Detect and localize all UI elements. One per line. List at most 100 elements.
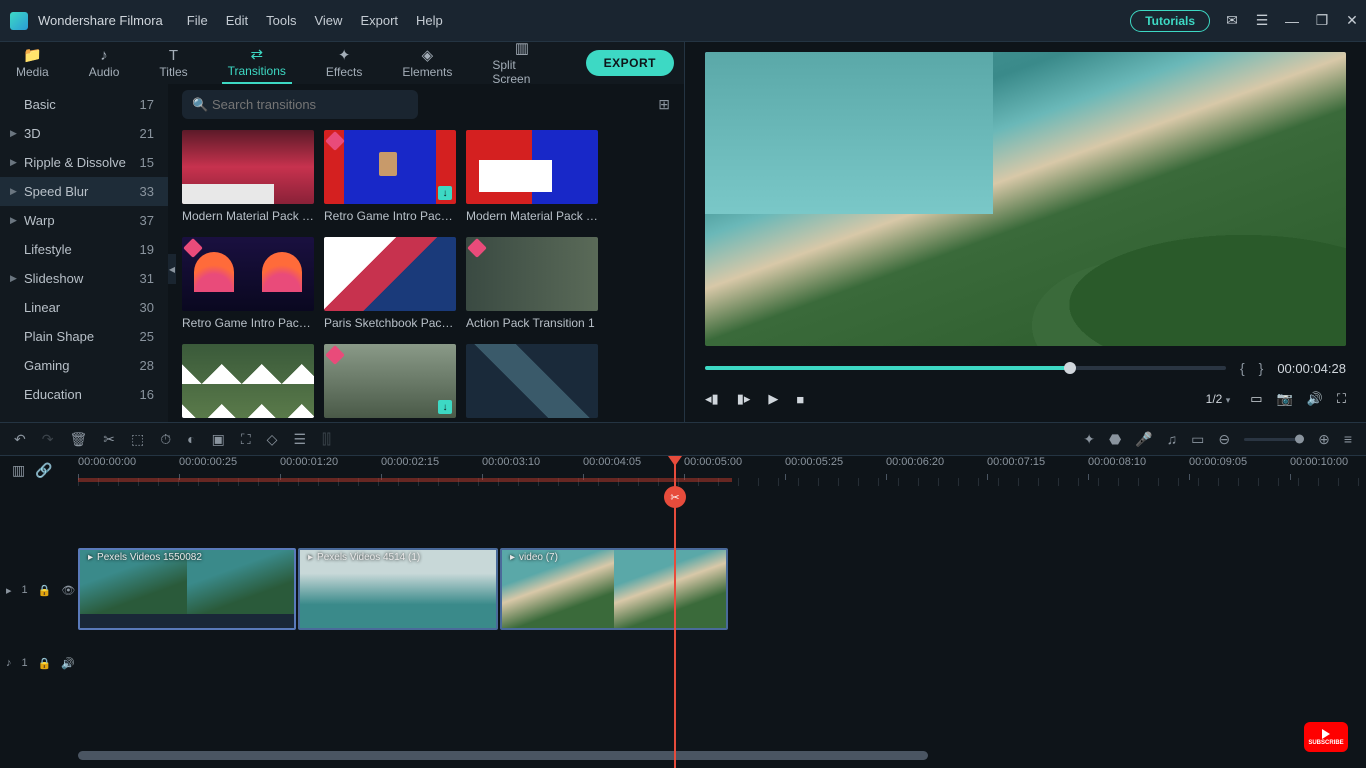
tab-audio[interactable]: ♪Audio xyxy=(83,44,126,83)
play-button[interactable]: ▶ xyxy=(768,391,778,407)
tab-effects[interactable]: ✦Effects xyxy=(320,44,368,83)
close-icon[interactable]: ✕ xyxy=(1344,13,1360,29)
menu-tools[interactable]: Tools xyxy=(266,13,296,28)
zoom-in-button[interactable]: ⊕ xyxy=(1318,431,1330,448)
link-icon[interactable]: 🔗 xyxy=(35,462,52,479)
playhead[interactable]: ✂ xyxy=(674,456,676,768)
lock-icon[interactable]: 🔒 xyxy=(38,584,52,597)
tab-media[interactable]: 📁Media xyxy=(10,44,55,83)
tab-split-screen[interactable]: ▥Split Screen xyxy=(486,37,557,90)
transition-thumb[interactable]: Action Pack Transition 1 xyxy=(466,237,598,330)
redo-button[interactable]: ↷ xyxy=(42,431,54,448)
menu-view[interactable]: View xyxy=(314,13,342,28)
category-basic[interactable]: Basic17 xyxy=(0,90,168,119)
download-icon[interactable]: ↓ xyxy=(438,186,452,200)
step-back-button[interactable]: ▮▸ xyxy=(737,391,751,407)
mute-icon[interactable]: 🔊 xyxy=(61,657,75,670)
keyframe-button[interactable]: ◇ xyxy=(267,431,278,448)
lock-icon[interactable]: 🔒 xyxy=(38,657,52,670)
zoom-slider[interactable] xyxy=(1244,438,1304,441)
sidebar-collapse-handle[interactable]: ◀ xyxy=(168,254,176,284)
preview-viewport[interactable] xyxy=(705,52,1346,346)
category-ripple-dissolve[interactable]: ▶Ripple & Dissolve15 xyxy=(0,148,168,177)
category-linear[interactable]: Linear30 xyxy=(0,293,168,322)
menu-edit[interactable]: Edit xyxy=(226,13,248,28)
video-clip[interactable]: ▸Pexels Videos 1550082 xyxy=(78,548,296,630)
category-3d[interactable]: ▶3D21 xyxy=(0,119,168,148)
fullscreen-icon[interactable]: ⛶ xyxy=(1337,391,1346,407)
category-speed-blur[interactable]: ▶Speed Blur33 xyxy=(0,177,168,206)
menu-help[interactable]: Help xyxy=(416,13,443,28)
zoom-fit-button[interactable]: ≡ xyxy=(1344,431,1352,447)
category-plain-shape[interactable]: Plain Shape25 xyxy=(0,322,168,351)
menu-icon[interactable]: ☰ xyxy=(1254,13,1270,29)
render-button[interactable]: ✦ xyxy=(1083,431,1095,448)
audio-tool-button[interactable]: ⫿⫿ xyxy=(322,431,331,448)
track-index: 1 xyxy=(22,584,28,596)
transition-thumb[interactable] xyxy=(182,344,314,422)
display-icon[interactable]: ▭ xyxy=(1250,391,1262,407)
subscribe-overlay[interactable]: SUBSCRIBE xyxy=(1304,722,1348,752)
transition-thumb[interactable]: Retro Game Intro Pack T… xyxy=(182,237,314,330)
green-screen-button[interactable]: ▣ xyxy=(212,431,225,448)
marker-button[interactable]: ⬣ xyxy=(1109,431,1121,448)
volume-icon[interactable]: 🔊 xyxy=(1307,391,1323,407)
timeline-settings-icon[interactable]: ▥ xyxy=(12,462,25,479)
snapshot-icon[interactable]: 📷 xyxy=(1277,391,1293,407)
seekbar-thumb[interactable] xyxy=(1064,362,1076,374)
search-input[interactable] xyxy=(182,90,418,119)
record-voice-button[interactable]: 🎤 xyxy=(1135,431,1152,448)
transition-thumb[interactable]: ↓ xyxy=(324,344,456,422)
adjust-button[interactable]: ☰ xyxy=(293,431,306,448)
export-button[interactable]: EXPORT xyxy=(586,50,674,76)
preview-seekbar[interactable] xyxy=(705,366,1226,370)
video-clip[interactable]: ▸video (7) xyxy=(500,548,728,630)
undo-button[interactable]: ↶ xyxy=(14,431,26,448)
mail-icon[interactable]: ✉ xyxy=(1224,13,1240,29)
download-icon[interactable]: ↓ xyxy=(438,400,452,414)
transition-thumb[interactable]: Modern Material Pack Tr… xyxy=(466,130,598,223)
zoom-out-button[interactable]: ⊖ xyxy=(1218,431,1230,448)
video-clip[interactable]: ▸Pexels Videos 4514 (1) xyxy=(298,548,498,630)
minimize-icon[interactable]: — xyxy=(1284,13,1300,29)
tutorials-button[interactable]: Tutorials xyxy=(1130,10,1210,32)
tab-elements[interactable]: ◈Elements xyxy=(396,44,458,83)
stop-button[interactable]: ■ xyxy=(796,392,804,407)
grid-view-icon[interactable]: ⊞ xyxy=(658,96,670,113)
mark-out-icon[interactable]: } xyxy=(1259,360,1264,376)
visibility-icon[interactable]: 👁 xyxy=(61,584,75,597)
category-sidebar[interactable]: Basic17 ▶3D21 ▶Ripple & Dissolve15 ▶Spee… xyxy=(0,84,168,422)
transition-thumb[interactable] xyxy=(466,344,598,422)
mixer-button[interactable]: ♫ xyxy=(1167,431,1178,447)
category-lifestyle[interactable]: Lifestyle19 xyxy=(0,235,168,264)
category-slideshow[interactable]: ▶Slideshow31 xyxy=(0,264,168,293)
delete-button[interactable]: 🗑 xyxy=(69,431,87,448)
expand-button[interactable]: ⛶ xyxy=(241,431,251,448)
transitions-grid[interactable]: Modern Material Pack Tr… ↓Retro Game Int… xyxy=(168,124,684,422)
category-gaming[interactable]: Gaming28 xyxy=(0,351,168,380)
selection-range[interactable] xyxy=(78,478,732,482)
timeline-scrollbar[interactable] xyxy=(78,751,928,760)
speed-button[interactable]: ⏱ xyxy=(160,431,171,448)
maximize-icon[interactable]: ❐ xyxy=(1314,13,1330,29)
transition-thumb[interactable]: Paris Sketchbook Pack Tr… xyxy=(324,237,456,330)
effects-icon: ✦ xyxy=(338,48,351,63)
premium-badge-icon xyxy=(183,238,203,258)
preview-scale-select[interactable]: 1/2 ▾ xyxy=(1200,390,1237,408)
aspect-button[interactable]: ▭ xyxy=(1191,431,1204,448)
prev-frame-button[interactable]: ◂▮ xyxy=(705,391,719,407)
crop-button[interactable]: ⬚ xyxy=(131,431,144,448)
menu-file[interactable]: File xyxy=(187,13,208,28)
color-button[interactable]: ◐ xyxy=(187,431,195,447)
mark-in-icon[interactable]: { xyxy=(1240,360,1245,376)
menu-export[interactable]: Export xyxy=(360,13,398,28)
category-warp[interactable]: ▶Warp37 xyxy=(0,206,168,235)
scissor-icon[interactable]: ✂ xyxy=(664,486,686,508)
transition-thumb[interactable]: ↓Retro Game Intro Pack T… xyxy=(324,130,456,223)
category-education[interactable]: Education16 xyxy=(0,380,168,409)
transition-thumb[interactable]: Modern Material Pack Tr… xyxy=(182,130,314,223)
split-button[interactable]: ✂ xyxy=(103,431,115,448)
timeline[interactable]: ▥ 🔗 00:00:00:00 00:00:00:25 00:00:01:20 … xyxy=(0,456,1366,768)
tab-transitions[interactable]: ⇄Transitions xyxy=(222,43,292,84)
tab-titles[interactable]: TTitles xyxy=(153,44,193,83)
